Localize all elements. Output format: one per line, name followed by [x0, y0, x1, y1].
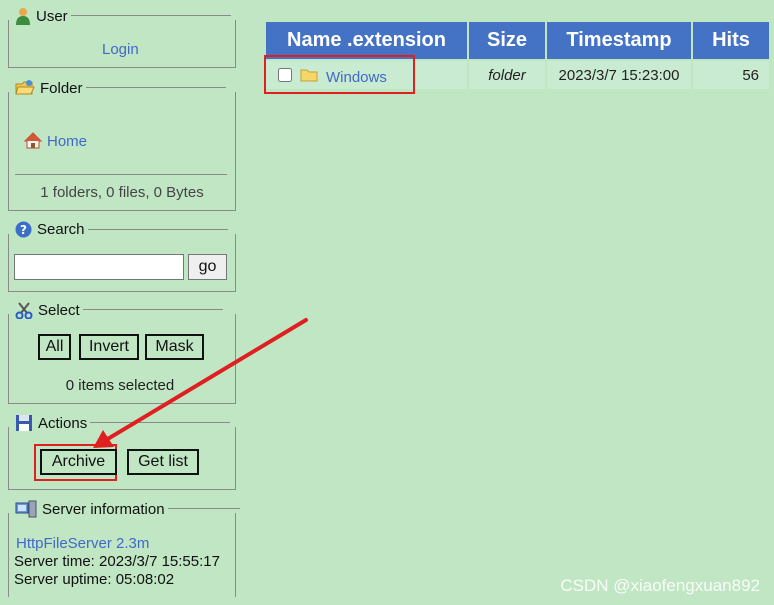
help-icon: ? — [15, 221, 32, 238]
login-link[interactable]: Login — [102, 41, 139, 58]
folder-panel: Folder Home 1 folders, 0 files, 0 Bytes — [8, 79, 236, 211]
user-panel-header: User — [15, 7, 230, 25]
folder-panel-header: Folder — [15, 79, 225, 97]
floppy-disk-icon — [16, 415, 32, 431]
select-panel-title: Select — [38, 301, 80, 319]
invert-selection-button[interactable]: Invert — [79, 334, 139, 360]
home-link[interactable]: Home — [24, 132, 87, 150]
folder-open-icon — [15, 80, 35, 95]
server-icon — [15, 500, 37, 518]
search-panel-header: ? Search — [15, 221, 227, 238]
file-size-cell: folder — [467, 59, 547, 91]
search-panel-title: Search — [37, 221, 85, 238]
file-hits-cell: 56 — [691, 59, 771, 91]
folder-divider — [15, 174, 227, 175]
mask-button[interactable]: Mask — [145, 334, 204, 360]
hfs-link[interactable]: HttpFileServer 2.3m — [16, 535, 149, 552]
search-panel: ? Search go — [8, 221, 236, 292]
server-info-panel-header: Server information — [15, 500, 239, 518]
actions-panel: Actions Archive Get list — [8, 414, 236, 490]
home-link-label: Home — [47, 132, 88, 150]
search-go-button[interactable]: go — [188, 254, 227, 280]
row-highlight-box — [264, 55, 415, 94]
server-info-panel-title: Server information — [42, 500, 165, 518]
folder-panel-title: Folder — [40, 79, 83, 97]
select-panel-header: Select — [15, 301, 222, 319]
select-panel: Select All Invert Mask 0 items selected — [8, 301, 236, 404]
col-header-timestamp[interactable]: Timestamp — [545, 20, 693, 61]
scissors-icon — [15, 302, 33, 319]
home-icon — [24, 132, 42, 149]
user-icon — [16, 8, 30, 25]
watermark: CSDN @xiaofengxuan892 — [560, 576, 760, 595]
file-timestamp-cell: 2023/3/7 15:23:00 — [545, 59, 693, 91]
server-uptime: Server uptime: 05:08:02 — [14, 571, 175, 588]
get-list-button[interactable]: Get list — [127, 449, 199, 475]
server-time: Server time: 2023/3/7 15:55:17 — [14, 553, 220, 570]
col-header-hits[interactable]: Hits — [691, 20, 771, 61]
select-all-button[interactable]: All — [38, 334, 71, 360]
svg-text:?: ? — [20, 223, 27, 237]
col-header-size[interactable]: Size — [467, 20, 547, 61]
search-input[interactable] — [14, 254, 184, 280]
actions-panel-header: Actions — [15, 414, 231, 432]
user-panel-title: User — [36, 7, 68, 25]
user-panel: User Login — [8, 7, 236, 68]
actions-panel-title: Actions — [38, 414, 88, 432]
archive-button[interactable]: Archive — [40, 449, 117, 475]
selection-status: 0 items selected — [65, 377, 175, 394]
folder-stats: 1 folders, 0 files, 0 Bytes — [40, 184, 204, 201]
server-info-panel: Server information HttpFileServer 2.3m S… — [8, 500, 239, 597]
